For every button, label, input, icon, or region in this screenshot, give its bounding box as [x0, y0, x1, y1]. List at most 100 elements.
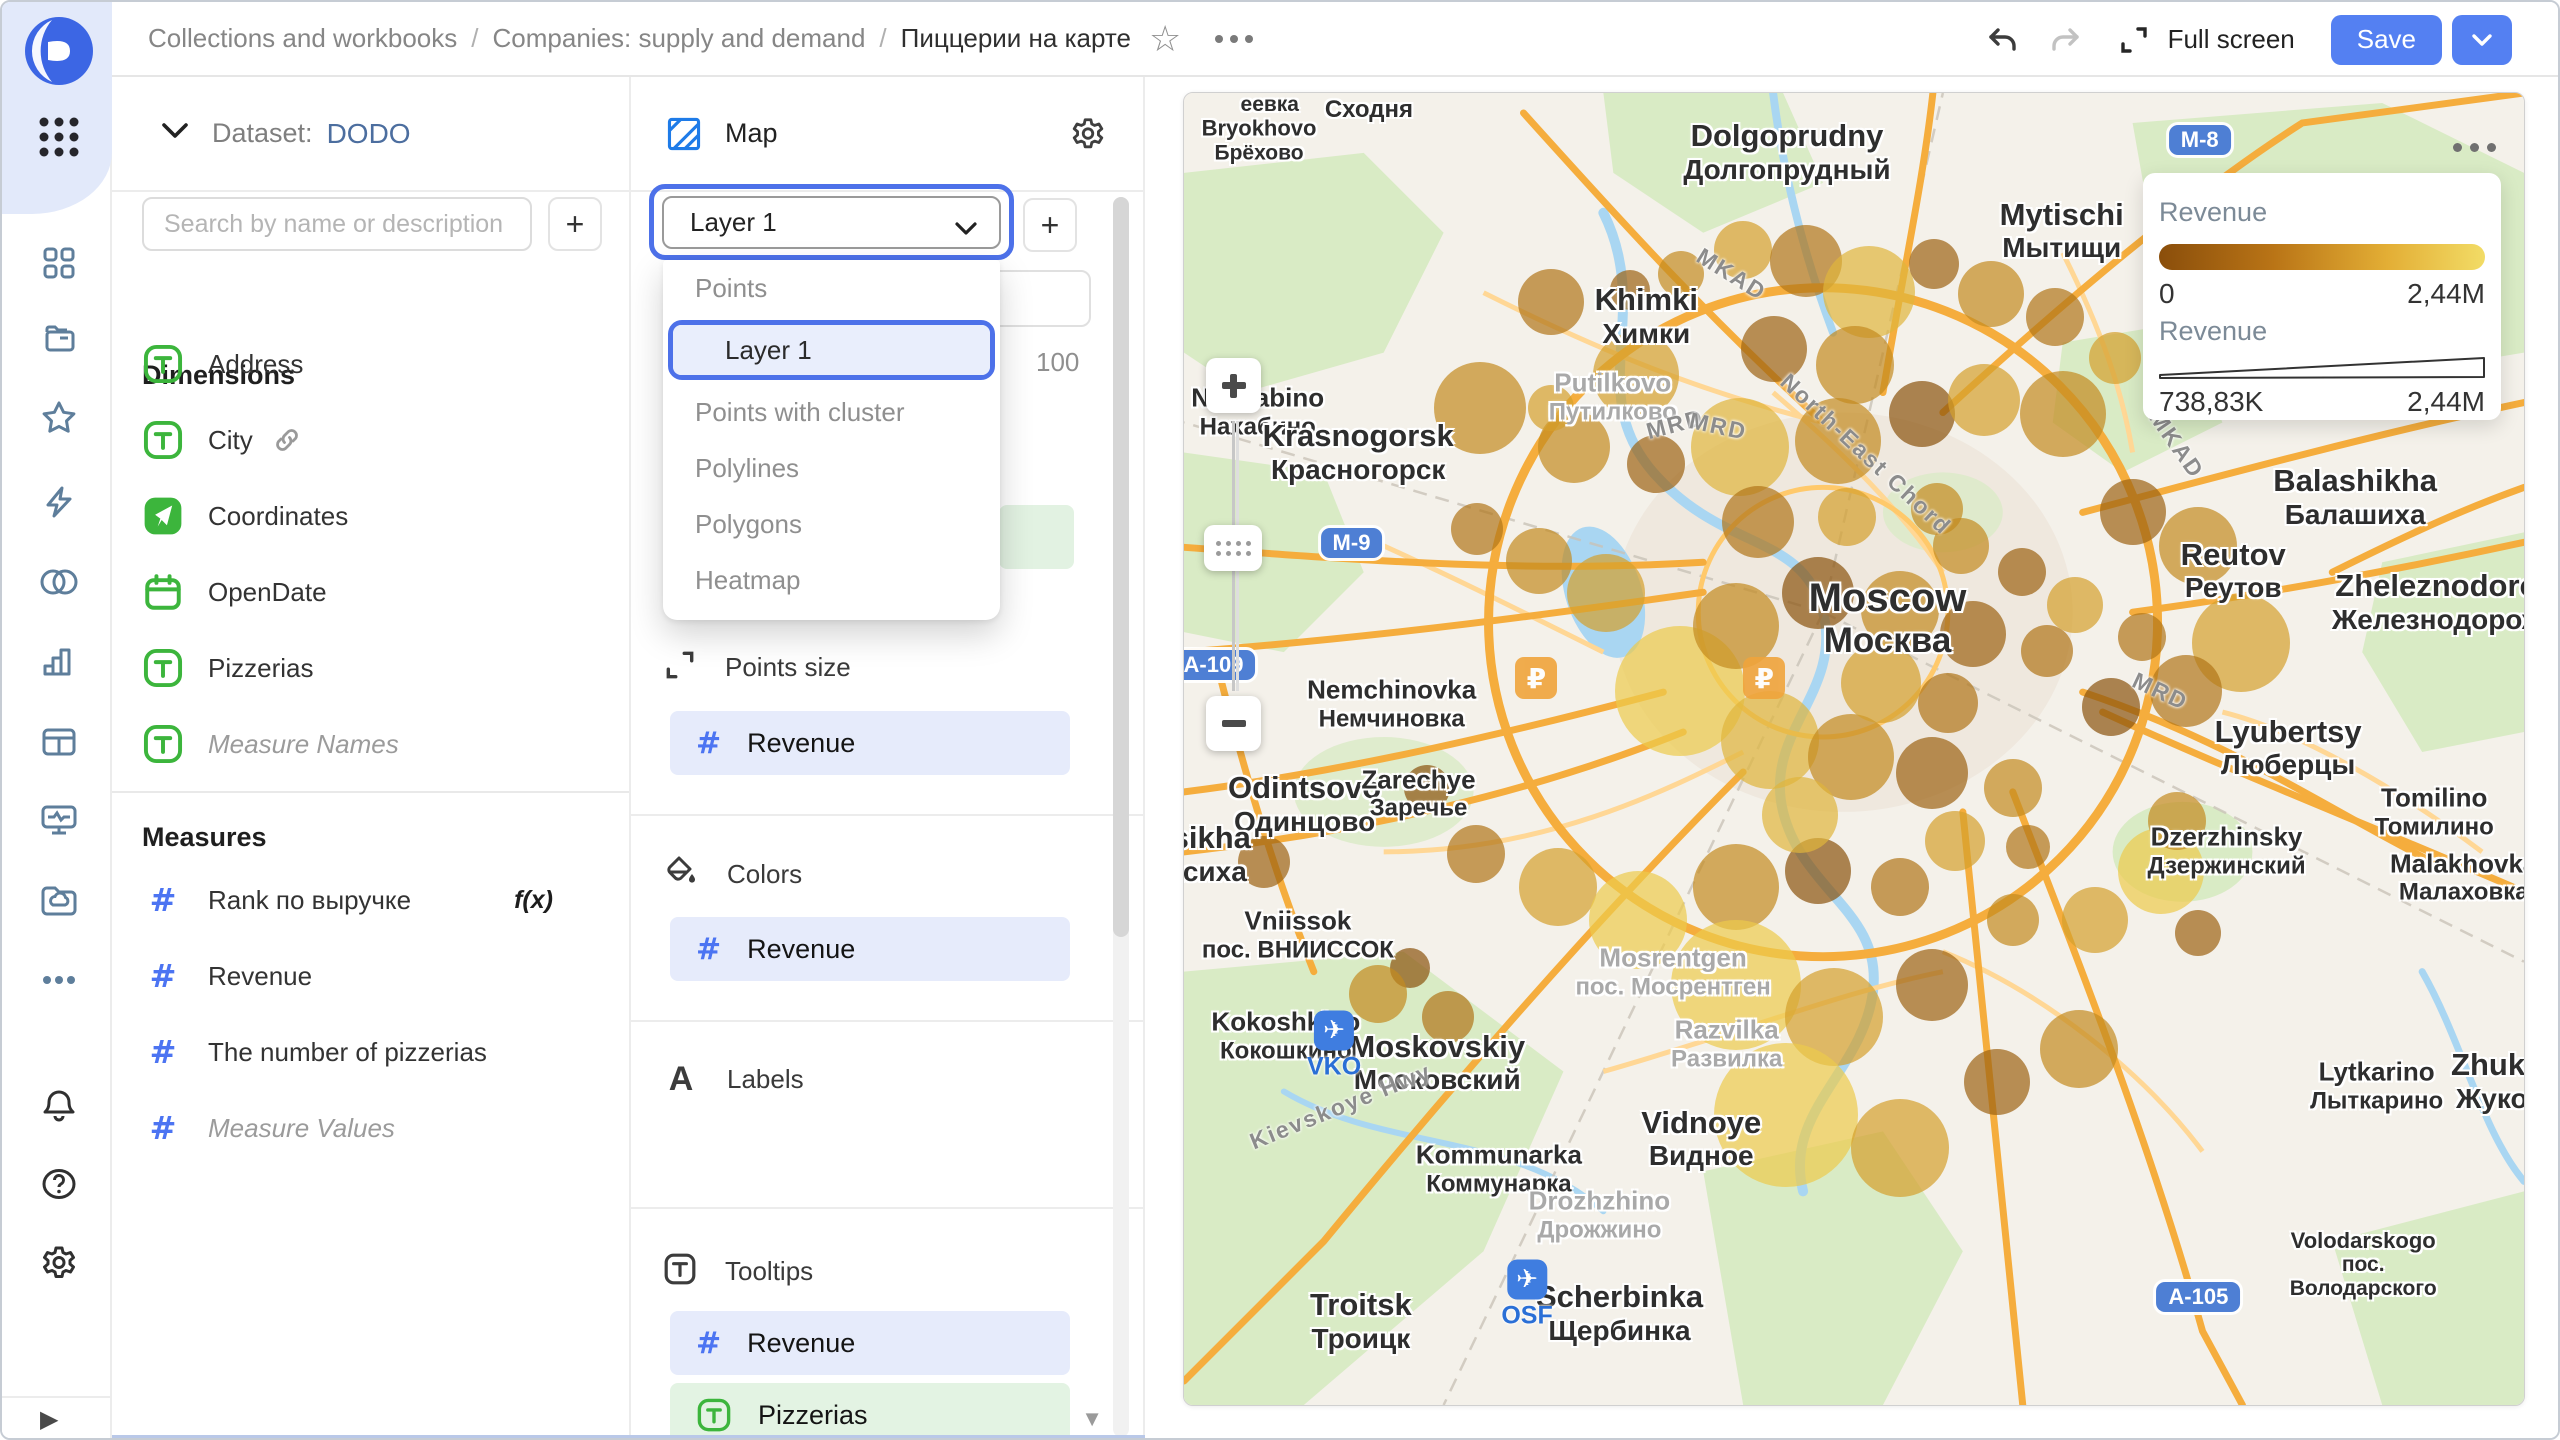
- map-point-bubble[interactable]: [2047, 577, 2103, 633]
- field-chip[interactable]: #Revenue: [670, 917, 1070, 981]
- map-visualization-icon[interactable]: [665, 115, 703, 153]
- scrollbar-thumb[interactable]: [1113, 197, 1129, 937]
- help-icon[interactable]: [37, 1162, 81, 1206]
- map-point-bubble[interactable]: [2175, 910, 2221, 956]
- layer-select[interactable]: Layer 1: [662, 196, 1001, 249]
- field-item[interactable]: Pizzerias: [112, 630, 629, 706]
- save-options-chevron-icon[interactable]: [2452, 15, 2512, 65]
- field-item[interactable]: Coordinates: [112, 478, 629, 554]
- zoom-out-button[interactable]: [1206, 696, 1261, 751]
- breadcrumb-workbook[interactable]: Companies: supply and demand: [493, 23, 866, 54]
- map-point-bubble[interactable]: [2021, 625, 2073, 677]
- layer-opacity-value[interactable]: 100: [1036, 347, 1079, 378]
- map-point-bubble[interactable]: [1909, 239, 1959, 289]
- zoom-slider-handle[interactable]: [1204, 525, 1262, 571]
- charts-icon[interactable]: [37, 640, 81, 684]
- map-point-bubble[interactable]: [1721, 691, 1819, 789]
- map-point-bubble[interactable]: [1958, 261, 2024, 327]
- settings-gear-icon[interactable]: [37, 1241, 81, 1285]
- map-point-bubble[interactable]: [1987, 894, 2039, 946]
- layer-option[interactable]: Points with cluster: [663, 384, 1000, 440]
- notifications-bell-icon[interactable]: [37, 1084, 81, 1128]
- dataset-name[interactable]: DODO: [327, 118, 411, 150]
- field-item[interactable]: City: [112, 402, 629, 478]
- map-point-bubble[interactable]: [2020, 371, 2106, 457]
- map-point-bubble[interactable]: [1506, 528, 1572, 594]
- map-point-bubble[interactable]: [2062, 887, 2128, 953]
- map-point-bubble[interactable]: [1925, 811, 1985, 871]
- map-point-bubble[interactable]: [1948, 364, 2020, 436]
- more-actions-icon[interactable]: [1215, 35, 1253, 43]
- field-chip[interactable]: Pizzerias: [670, 1383, 1070, 1440]
- fullscreen-icon[interactable]: [2118, 24, 2150, 56]
- map-point-bubble[interactable]: [1451, 503, 1503, 555]
- map-point-bubble[interactable]: [1964, 1049, 2030, 1115]
- map-point-bubble[interactable]: [1567, 554, 1645, 632]
- map-point-bubble[interactable]: [1447, 825, 1505, 883]
- connections-icon[interactable]: [37, 560, 81, 604]
- map-point-bubble[interactable]: [2089, 332, 2141, 384]
- field-item[interactable]: Measure Names: [112, 706, 629, 782]
- map-point-bubble[interactable]: [1871, 858, 1929, 916]
- map-point-bubble[interactable]: [1627, 435, 1685, 493]
- dataset-header[interactable]: Dataset: DODO: [112, 77, 629, 192]
- map-point-bubble[interactable]: [1722, 486, 1794, 558]
- map-point-bubble[interactable]: [1896, 949, 1968, 1021]
- map-canvas[interactable]: ₽₽еевкаBryokhovoБрёховоСходняDolgoprudny…: [1183, 92, 2525, 1406]
- geopoints-green-chip-partial[interactable]: [999, 505, 1074, 569]
- map-point-bubble[interactable]: [1693, 844, 1779, 930]
- apps-grid-icon[interactable]: [40, 118, 79, 157]
- field-item[interactable]: OpenDate: [112, 554, 629, 630]
- map-menu-dots-icon[interactable]: [2453, 143, 2496, 152]
- map-point-bubble[interactable]: [2026, 288, 2084, 346]
- scroll-more-chevron-icon[interactable]: ▼: [1081, 1406, 1103, 1432]
- collections-icon[interactable]: [37, 318, 81, 362]
- quick-actions-bolt-icon[interactable]: [37, 480, 81, 524]
- map-point-bubble[interactable]: [1889, 381, 1955, 447]
- field-item[interactable]: #Measure Values: [112, 1090, 629, 1166]
- map-point-bubble[interactable]: [2006, 825, 2050, 869]
- field-item[interactable]: #The number of pizzerias: [112, 1014, 629, 1090]
- visualization-type-label[interactable]: Map: [725, 118, 778, 149]
- zoom-in-button[interactable]: [1206, 358, 1261, 413]
- field-chip[interactable]: #Revenue: [670, 711, 1070, 775]
- favorite-star-icon[interactable]: ☆: [1149, 21, 1181, 57]
- layer-option[interactable]: Points: [663, 260, 1000, 316]
- save-button[interactable]: Save: [2331, 15, 2442, 65]
- layer-option[interactable]: Polygons: [663, 496, 1000, 552]
- field-item[interactable]: #Rank по выручкеf(x): [112, 862, 629, 938]
- layer-option[interactable]: Heatmap: [663, 552, 1000, 608]
- fullscreen-label[interactable]: Full screen: [2168, 24, 2295, 55]
- map-point-bubble[interactable]: [1818, 488, 1876, 546]
- map-point-bubble[interactable]: [1918, 673, 1978, 733]
- monitoring-icon[interactable]: [37, 798, 81, 842]
- map-point-bubble[interactable]: [1823, 246, 1915, 338]
- map-point-bubble[interactable]: [1896, 737, 1968, 809]
- datalens-logo-icon[interactable]: [22, 14, 96, 88]
- map-point-bubble[interactable]: [2040, 1010, 2118, 1088]
- redo-button[interactable]: [2048, 23, 2082, 57]
- undo-button[interactable]: [1986, 23, 2020, 57]
- map-point-bubble[interactable]: [1762, 777, 1838, 853]
- expand-panel-icon[interactable]: ▶: [40, 1405, 58, 1434]
- favorites-star-icon[interactable]: [37, 396, 81, 440]
- map-point-bubble[interactable]: [1693, 583, 1779, 669]
- search-input[interactable]: [142, 197, 532, 251]
- more-dots-icon[interactable]: [37, 958, 81, 1002]
- map-point-bubble[interactable]: [1998, 548, 2046, 596]
- add-layer-button[interactable]: +: [1023, 198, 1077, 252]
- storage-folder-icon[interactable]: [37, 878, 81, 922]
- add-field-button[interactable]: +: [548, 197, 602, 251]
- field-item[interactable]: #Revenue: [112, 938, 629, 1014]
- map-point-bubble[interactable]: [1816, 326, 1894, 404]
- layer-option[interactable]: Polylines: [663, 440, 1000, 496]
- field-chip[interactable]: #Revenue: [670, 1311, 1070, 1375]
- map-point-bubble[interactable]: [2118, 613, 2166, 661]
- horizontal-scrollbar[interactable]: [112, 1435, 1145, 1440]
- collapse-chevron-icon[interactable]: [160, 121, 190, 146]
- field-item[interactable]: Address: [112, 326, 629, 402]
- map-point-bubble[interactable]: [1518, 269, 1584, 335]
- workbooks-icon[interactable]: [37, 241, 81, 285]
- map-point-bubble[interactable]: [2100, 479, 2166, 545]
- breadcrumb-collections[interactable]: Collections and workbooks: [148, 23, 457, 54]
